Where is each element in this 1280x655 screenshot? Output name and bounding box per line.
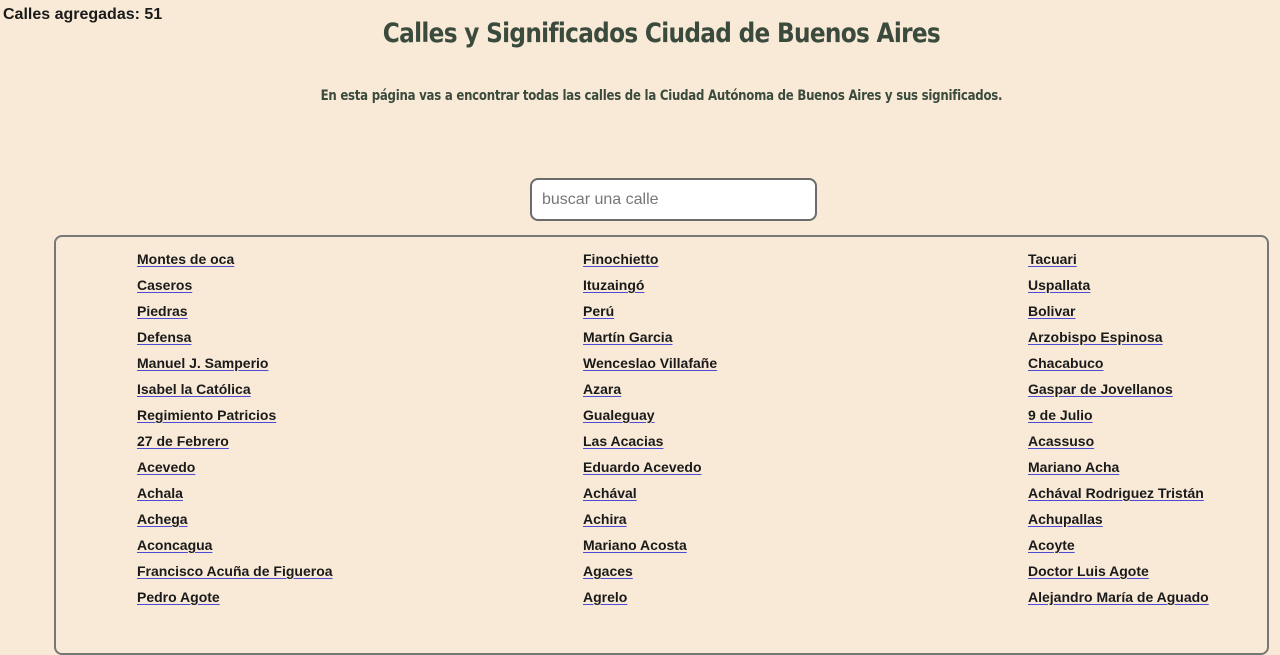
list-item: Agaces <box>583 561 717 587</box>
street-link[interactable]: Finochietto <box>583 251 658 267</box>
street-link[interactable]: Doctor Luis Agote <box>1028 563 1149 579</box>
street-link[interactable]: Ituzaingó <box>583 277 644 293</box>
list-item: Ituzaingó <box>583 275 717 301</box>
streets-list-panel: Montes de oca Caseros Piedras Defensa Manuel… <box>54 235 1269 655</box>
list-item: Perú <box>583 301 717 327</box>
list-item: Agrelo <box>583 587 717 613</box>
street-link[interactable]: Francisco Acuña de Figueroa <box>137 563 333 579</box>
list-item: Acassuso <box>1028 431 1209 457</box>
list-item: Wenceslao Villafañe <box>583 353 717 379</box>
street-link[interactable]: Achával <box>583 485 637 501</box>
list-item: 27 de Febrero <box>137 431 333 457</box>
street-link[interactable]: Regimiento Patricios <box>137 407 276 423</box>
street-link[interactable]: Achala <box>137 485 183 501</box>
street-link[interactable]: Agrelo <box>583 589 627 605</box>
street-link[interactable]: Chacabuco <box>1028 355 1103 371</box>
list-item: Bolivar <box>1028 301 1209 327</box>
street-link[interactable]: Martín Garcia <box>583 329 672 345</box>
street-link[interactable]: Arzobispo Espinosa <box>1028 329 1163 345</box>
list-item: Montes de oca <box>137 249 333 275</box>
street-link[interactable]: Uspallata <box>1028 277 1090 293</box>
street-link[interactable]: Mariano Acosta <box>583 537 687 553</box>
street-link[interactable]: Pedro Agote <box>137 589 220 605</box>
list-item: Achira <box>583 509 717 535</box>
street-link[interactable]: Montes de oca <box>137 251 234 267</box>
street-link[interactable]: Gaspar de Jovellanos <box>1028 381 1173 397</box>
list-item: Achával <box>583 483 717 509</box>
list-item: Martín Garcia <box>583 327 717 353</box>
street-link[interactable]: Mariano Acha <box>1028 459 1119 475</box>
list-item: Manuel J. Samperio <box>137 353 333 379</box>
list-item: Achala <box>137 483 333 509</box>
street-link[interactable]: Azara <box>583 381 621 397</box>
list-item: Doctor Luis Agote <box>1028 561 1209 587</box>
list-item: Defensa <box>137 327 333 353</box>
list-item: Achega <box>137 509 333 535</box>
street-link[interactable]: Isabel la Católica <box>137 381 251 397</box>
street-link[interactable]: 9 de Julio <box>1028 407 1093 423</box>
street-link[interactable]: Agaces <box>583 563 633 579</box>
list-item: Isabel la Católica <box>137 379 333 405</box>
list-item: Pedro Agote <box>137 587 333 613</box>
street-link[interactable]: Tacuari <box>1028 251 1077 267</box>
list-item: Las Acacias <box>583 431 717 457</box>
street-link[interactable]: Caseros <box>137 277 192 293</box>
list-item: Mariano Acosta <box>583 535 717 561</box>
street-link[interactable]: Acassuso <box>1028 433 1094 449</box>
page-subtitle: En esta página vas a encontrar todas las… <box>320 88 1003 104</box>
list-item: Gaspar de Jovellanos <box>1028 379 1209 405</box>
list-item: Arzobispo Espinosa <box>1028 327 1209 353</box>
list-item: Chacabuco <box>1028 353 1209 379</box>
search-input[interactable] <box>530 178 817 221</box>
street-link[interactable]: Achira <box>583 511 627 527</box>
page-title: Calles y Significados Ciudad de Buenos A… <box>382 18 941 49</box>
streets-column-1: Montes de oca Caseros Piedras Defensa Manuel… <box>137 249 333 613</box>
list-item: Acevedo <box>137 457 333 483</box>
street-link[interactable]: Manuel J. Samperio <box>137 355 268 371</box>
street-link[interactable]: Acoyte <box>1028 537 1075 553</box>
list-item: Acoyte <box>1028 535 1209 561</box>
street-link[interactable]: 27 de Febrero <box>137 433 229 449</box>
list-item: 9 de Julio <box>1028 405 1209 431</box>
list-item: Piedras <box>137 301 333 327</box>
street-link[interactable]: Achupallas <box>1028 511 1103 527</box>
list-item: Mariano Acha <box>1028 457 1209 483</box>
street-link[interactable]: Perú <box>583 303 614 319</box>
list-item: Tacuari <box>1028 249 1209 275</box>
street-link[interactable]: Aconcagua <box>137 537 212 553</box>
street-link[interactable]: Bolivar <box>1028 303 1075 319</box>
street-link[interactable]: Gualeguay <box>583 407 655 423</box>
street-link[interactable]: Las Acacias <box>583 433 663 449</box>
street-link[interactable]: Eduardo Acevedo <box>583 459 702 475</box>
streets-column-2: Finochietto Ituzaingó Perú Martín Garcia Wen… <box>583 249 717 613</box>
list-item: Eduardo Acevedo <box>583 457 717 483</box>
list-item: Achával Rodriguez Tristán <box>1028 483 1209 509</box>
list-item: Aconcagua <box>137 535 333 561</box>
list-item: Francisco Acuña de Figueroa <box>137 561 333 587</box>
street-link[interactable]: Achával Rodriguez Tristán <box>1028 485 1204 501</box>
street-link[interactable]: Alejandro María de Aguado <box>1028 589 1209 605</box>
list-item: Gualeguay <box>583 405 717 431</box>
list-item: Caseros <box>137 275 333 301</box>
search-container <box>530 178 817 221</box>
list-item: Achupallas <box>1028 509 1209 535</box>
street-link[interactable]: Piedras <box>137 303 188 319</box>
list-item: Azara <box>583 379 717 405</box>
list-item: Alejandro María de Aguado <box>1028 587 1209 613</box>
street-link[interactable]: Achega <box>137 511 188 527</box>
street-link[interactable]: Acevedo <box>137 459 195 475</box>
list-item: Regimiento Patricios <box>137 405 333 431</box>
street-link[interactable]: Defensa <box>137 329 191 345</box>
list-item: Finochietto <box>583 249 717 275</box>
list-item: Uspallata <box>1028 275 1209 301</box>
streets-column-3: Tacuari Uspallata Bolivar Arzobispo Espinos… <box>1028 249 1209 613</box>
street-link[interactable]: Wenceslao Villafañe <box>583 355 717 371</box>
